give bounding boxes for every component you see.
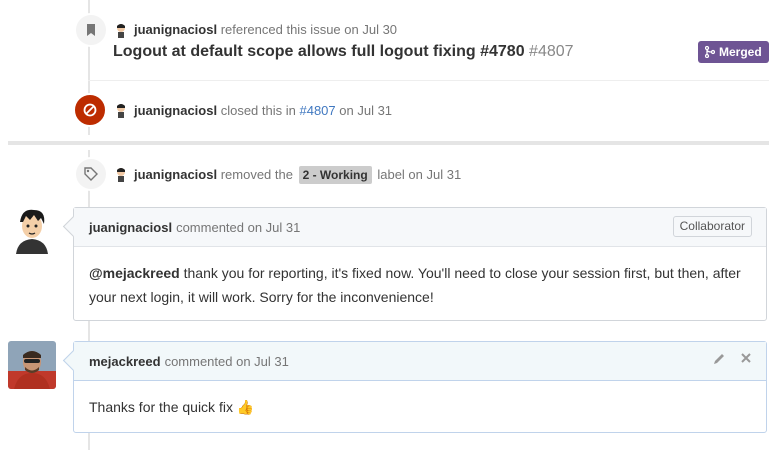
- event-action: removed the: [220, 167, 293, 182]
- event-user[interactable]: juanignaciosl: [134, 22, 217, 37]
- comment-meta[interactable]: commented on Jul 31: [165, 354, 289, 369]
- avatar-juanignaciosl: [113, 166, 129, 182]
- label-removed-event: juanignaciosl removed the 2 - Working la…: [134, 166, 461, 184]
- pencil-icon[interactable]: [712, 352, 726, 366]
- avatar-juanignaciosl: [113, 22, 129, 38]
- mention-link[interactable]: @mejackreed: [89, 265, 180, 281]
- section-divider: [8, 141, 769, 145]
- comment-author[interactable]: mejackreed: [89, 354, 161, 369]
- pr-title-text[interactable]: Logout at default scope allows full logo…: [113, 43, 525, 60]
- closed-badge: [73, 93, 107, 127]
- cartoon-avatar-icon: [8, 206, 56, 254]
- pr-number[interactable]: #4807: [529, 43, 574, 60]
- avatar-juanignaciosl-large[interactable]: [8, 206, 56, 254]
- merged-label: Merged: [719, 45, 762, 59]
- event-user[interactable]: juanignaciosl: [134, 103, 217, 118]
- comment-text: Thanks for the quick fix: [89, 399, 233, 415]
- event-action-after: label on Jul 31: [377, 167, 462, 182]
- comment-author[interactable]: juanignaciosl: [89, 220, 172, 235]
- comment-2: mejackreed commented on Jul 31 Thanks fo…: [62, 341, 767, 433]
- comment-header: juanignaciosl commented on Jul 31 Collab…: [74, 208, 766, 247]
- bookmark-badge: [74, 13, 108, 47]
- tag-icon: [84, 167, 98, 181]
- closed-event: juanignaciosl closed this in #4807 on Ju…: [134, 103, 392, 119]
- photo-avatar-icon: [8, 341, 56, 389]
- comment-actions: [712, 352, 752, 366]
- divider: [88, 80, 769, 81]
- referenced-pr-title[interactable]: Logout at default scope allows full logo…: [113, 43, 574, 61]
- thumbs-up-icon: 👍: [236, 399, 255, 415]
- circle-slash-icon: [83, 103, 97, 117]
- avatar-juanignaciosl: [113, 102, 129, 118]
- bookmark-icon: [87, 24, 95, 36]
- event-action: referenced this issue on Jul 30: [220, 22, 398, 37]
- tag-badge: [74, 157, 108, 191]
- comment-text: thank you for reporting, it's fixed now.…: [89, 265, 741, 305]
- comment-body: Thanks for the quick fix 👍: [74, 381, 766, 433]
- closed-ref-link[interactable]: #4807: [299, 103, 335, 118]
- label-chip[interactable]: 2 - Working: [298, 166, 372, 184]
- merged-status-badge: Merged: [698, 41, 769, 63]
- comment-1: juanignaciosl commented on Jul 31 Collab…: [62, 207, 767, 323]
- event-action: closed this in: [220, 103, 296, 118]
- comment-meta[interactable]: commented on Jul 31: [176, 220, 300, 235]
- git-merge-icon: [705, 46, 715, 58]
- comment-body: @mejackreed thank you for reporting, it'…: [74, 247, 766, 323]
- collaborator-badge: Collaborator: [672, 216, 752, 237]
- event-action-after: on Jul 31: [339, 103, 393, 118]
- referenced-event: juanignaciosl referenced this issue on J…: [134, 22, 397, 38]
- event-user[interactable]: juanignaciosl: [134, 167, 217, 182]
- avatar-mejackreed[interactable]: [8, 341, 56, 389]
- comment-header: mejackreed commented on Jul 31: [74, 342, 766, 381]
- x-icon[interactable]: [740, 352, 752, 364]
